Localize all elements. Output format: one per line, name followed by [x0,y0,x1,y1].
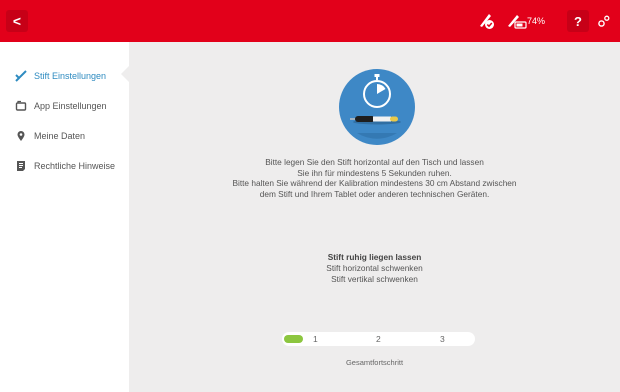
sidebar-item-app-settings[interactable]: App Einstellungen [15,98,107,114]
sidebar: Stift Einstellungen App Einstellungen Me… [0,42,129,392]
document-icon [15,160,27,172]
tablet-icon [15,100,27,112]
back-button[interactable]: < [6,10,28,32]
progress-label: Gesamtfortschritt [345,358,404,367]
sidebar-item-label: Stift Einstellungen [34,71,107,81]
main-content: Bitte legen Sie den Stift horizontal auf… [129,42,620,392]
sidebar-item-label: App Einstellungen [34,101,107,111]
sidebar-item-my-data[interactable]: Meine Daten [15,128,85,144]
overall-progress-bar: 1 2 3 [282,332,475,346]
step-item: Stift vertikal schwenken [331,274,418,284]
help-button[interactable]: ? [567,10,589,32]
progress-step-number: 2 [376,334,381,344]
progress-step-number: 1 [313,334,318,344]
active-item-pointer [121,66,129,82]
progress-fill [284,335,303,343]
pen-icon [350,116,401,125]
calibration-instructions: Bitte legen Sie den Stift horizontal auf… [129,157,620,199]
top-bar: < 74% ? [0,0,620,42]
progress-step-number: 3 [440,334,445,344]
instruction-line: Sie ihn für mindestens 5 Sekunden ruhen. [297,167,452,178]
instruction-line: Bitte legen Sie den Stift horizontal auf… [265,157,484,167]
sidebar-item-pen-settings[interactable]: Stift Einstellungen [15,68,106,84]
battery-percent: 74% [527,16,546,26]
instruction-line: dem Stift und Ihrem Tablet oder anderen … [259,188,490,199]
pen-icon [15,70,27,82]
pen-connected-icon [480,14,494,29]
step-item-current: Stift ruhig liegen lassen [327,252,422,262]
sidebar-item-label: Rechtliche Hinweise [34,161,116,171]
calibration-steps: Stift ruhig liegen lassen Stift horizont… [129,252,620,285]
step-item: Stift horizontal schwenken [326,263,423,273]
settings-icon [598,15,610,27]
instruction-line: Bitte halten Sie während der Kalibration… [232,178,517,188]
help-label: ? [574,13,582,29]
chevron-left-icon: < [12,13,22,29]
sidebar-item-legal-notes[interactable]: Rechtliche Hinweise [15,158,115,174]
location-pin-icon [15,130,27,142]
pen-calibration-illustration [339,69,415,145]
settings-button[interactable] [593,10,615,32]
pen-battery-icon [508,15,527,29]
sidebar-item-label: Meine Daten [34,131,86,141]
